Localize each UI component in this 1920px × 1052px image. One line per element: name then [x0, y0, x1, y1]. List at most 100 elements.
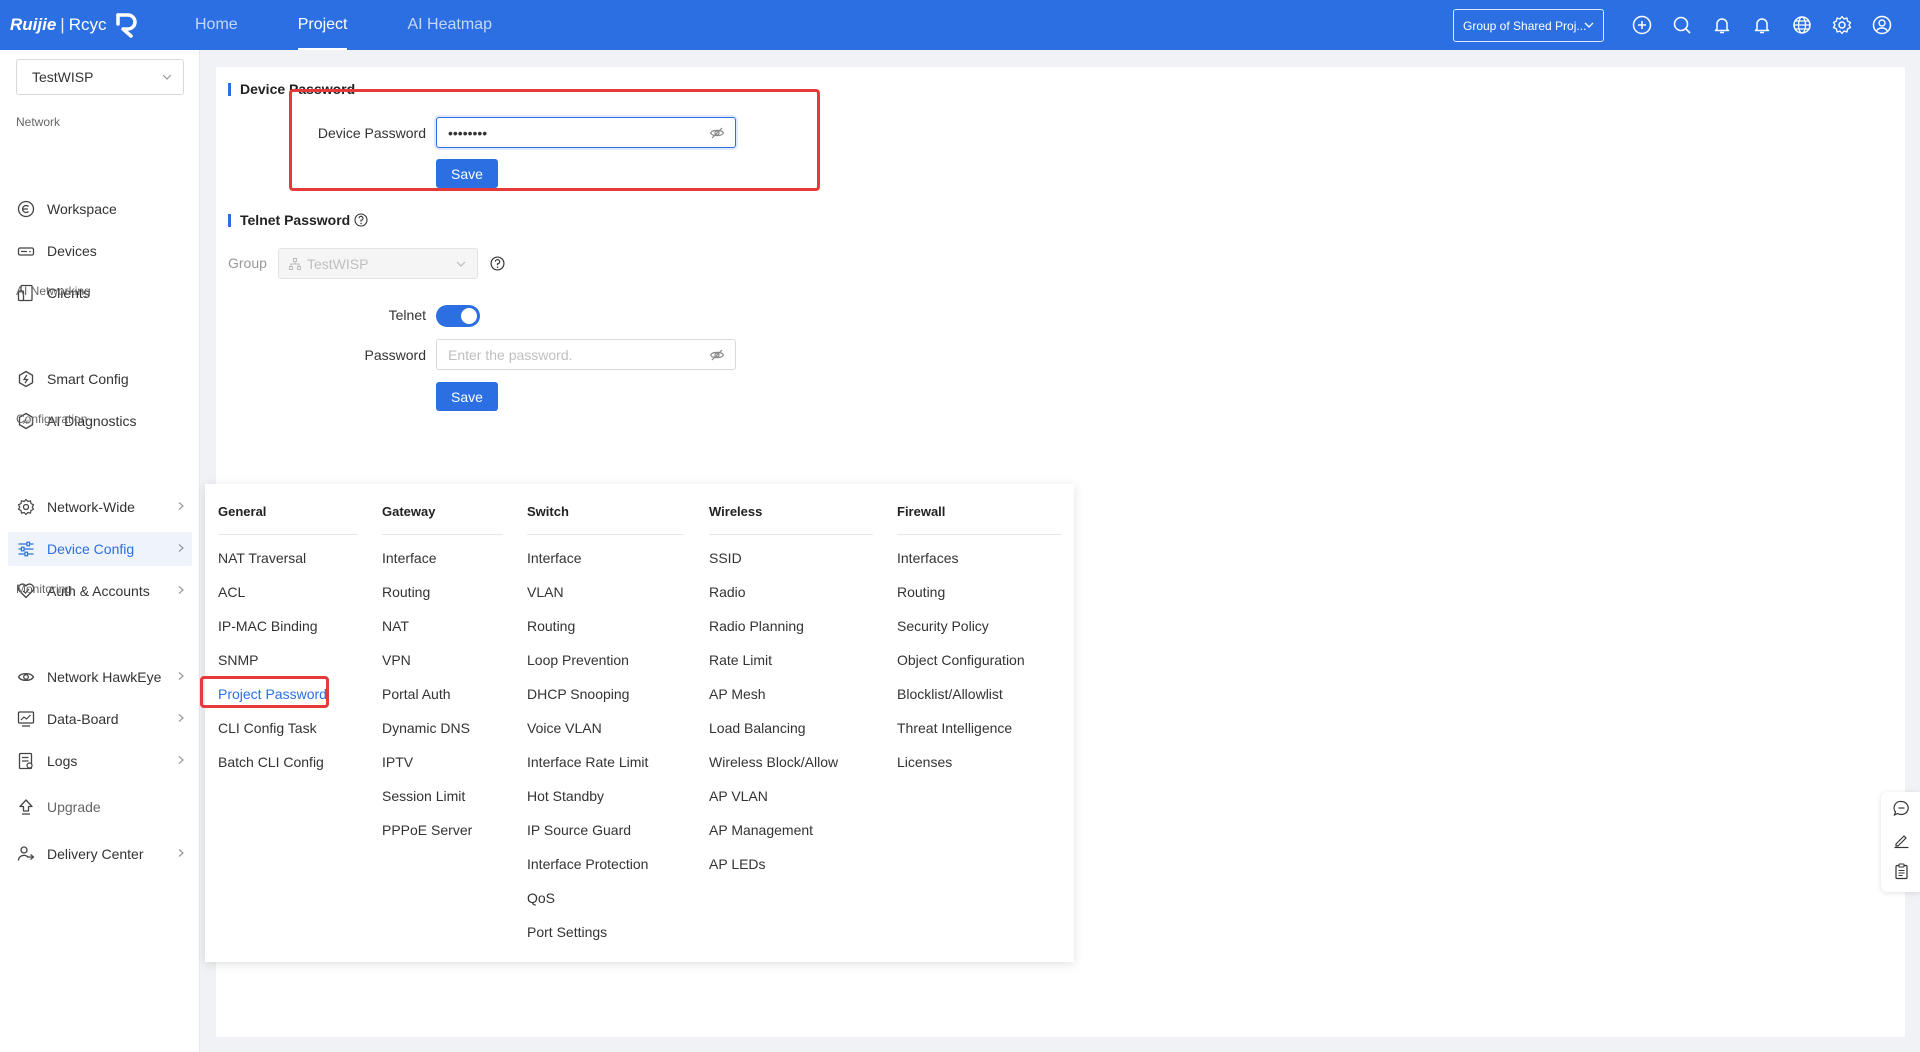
menu-item-iptv[interactable]: IPTV — [382, 754, 413, 770]
telnet-password-title-text: Telnet Password — [240, 212, 351, 228]
group-title-network: Network — [16, 115, 61, 129]
smart-config-icon — [16, 369, 36, 389]
sliders-icon — [16, 539, 36, 559]
menu-item-threat-intelligence[interactable]: Threat Intelligence — [897, 720, 1012, 736]
sidebar-item-network-hawkeye[interactable]: Network HawkEye — [8, 660, 192, 694]
telnet-password-title: Telnet Password — [228, 212, 368, 228]
menu-item-snmp[interactable]: SNMP — [218, 652, 258, 668]
menu-item-nat-traversal[interactable]: NAT Traversal — [218, 550, 306, 566]
menu-item-ssid[interactable]: SSID — [709, 550, 742, 566]
help-icon[interactable] — [490, 256, 505, 271]
sidebar-item-smart-config[interactable]: Smart Config — [8, 362, 192, 396]
telnet-label: Telnet — [388, 307, 426, 323]
menu-item-session-limit[interactable]: Session Limit — [382, 788, 465, 804]
menu-item-wireless-block-allow[interactable]: Wireless Block/Allow — [709, 754, 838, 770]
menu-item-nat[interactable]: NAT — [382, 618, 409, 634]
menu-item-acl[interactable]: ACL — [218, 584, 245, 600]
chevron-right-icon — [178, 849, 184, 857]
menu-item-port-settings[interactable]: Port Settings — [527, 924, 607, 940]
gear-icon[interactable] — [1830, 13, 1854, 37]
menu-item-licenses[interactable]: Licenses — [897, 754, 952, 770]
menu-divider — [218, 534, 357, 535]
menu-item-gateway-interface[interactable]: Interface — [382, 550, 436, 566]
menu-item-switch-routing[interactable]: Routing — [527, 618, 575, 634]
menu-item-radio[interactable]: Radio — [709, 584, 746, 600]
telnet-password-input[interactable]: Enter the password. — [436, 339, 736, 370]
menu-item-batch-cli-config[interactable]: Batch CLI Config — [218, 754, 324, 770]
project-group-select[interactable]: Group of Shared Proj... — [1453, 9, 1604, 42]
sidebar-item-devices[interactable]: Devices — [8, 234, 192, 268]
menu-heading-firewall: Firewall — [897, 504, 946, 519]
sidebar-item-workspace[interactable]: Workspace — [8, 192, 192, 226]
chat-icon[interactable] — [1892, 799, 1910, 817]
alarm-bell-icon[interactable] — [1710, 13, 1734, 37]
menu-item-security-policy[interactable]: Security Policy — [897, 618, 989, 634]
tab-ai-heatmap[interactable]: AI Heatmap — [407, 0, 491, 50]
menu-item-rate-limit[interactable]: Rate Limit — [709, 652, 772, 668]
menu-divider — [527, 534, 684, 535]
menu-item-object-configuration[interactable]: Object Configuration — [897, 652, 1025, 668]
menu-item-loop-prevention[interactable]: Loop Prevention — [527, 652, 629, 668]
sidebar-item-label: Network HawkEye — [47, 669, 162, 685]
menu-item-pppoe-server[interactable]: PPPoE Server — [382, 822, 472, 838]
menu-item-interface-rate-limit[interactable]: Interface Rate Limit — [527, 754, 648, 770]
tab-home[interactable]: Home — [195, 0, 238, 50]
menu-item-blocklist-allowlist[interactable]: Blocklist/Allowlist — [897, 686, 1003, 702]
menu-item-ap-management[interactable]: AP Management — [709, 822, 813, 838]
notification-bell-icon[interactable] — [1750, 13, 1774, 37]
menu-item-fw-interfaces[interactable]: Interfaces — [897, 550, 958, 566]
menu-item-vlan[interactable]: VLAN — [527, 584, 564, 600]
menu-item-interface-protection[interactable]: Interface Protection — [527, 856, 648, 872]
sidebar-item-logs[interactable]: Logs — [8, 744, 192, 778]
telnet-save-button[interactable]: Save — [436, 382, 498, 411]
brand-logo[interactable]: Ruijie | Rcyc — [10, 12, 139, 38]
menu-item-radio-planning[interactable]: Radio Planning — [709, 618, 804, 634]
menu-item-gateway-routing[interactable]: Routing — [382, 584, 430, 600]
help-icon[interactable] — [354, 213, 368, 227]
gear-icon — [16, 497, 36, 517]
menu-item-switch-interface[interactable]: Interface — [527, 550, 581, 566]
globe-icon[interactable] — [1790, 13, 1814, 37]
chevron-right-icon — [178, 544, 184, 552]
sidebar-item-network-wide[interactable]: Network-Wide — [8, 490, 192, 524]
sidebar-item-device-config[interactable]: Device Config — [8, 532, 192, 566]
menu-item-qos[interactable]: QoS — [527, 890, 555, 906]
menu-item-vpn[interactable]: VPN — [382, 652, 411, 668]
menu-item-dynamic-dns[interactable]: Dynamic DNS — [382, 720, 470, 736]
clipboard-icon[interactable] — [1892, 862, 1910, 880]
chevron-right-icon — [178, 714, 184, 722]
menu-item-voice-vlan[interactable]: Voice VLAN — [527, 720, 602, 736]
delivery-icon — [16, 844, 36, 864]
sidebar-item-upgrade[interactable]: Upgrade — [8, 790, 192, 824]
search-icon[interactable] — [1670, 13, 1694, 37]
add-icon[interactable] — [1630, 13, 1654, 37]
menu-item-ap-vlan[interactable]: AP VLAN — [709, 788, 768, 804]
sidebar-item-data-board[interactable]: Data-Board — [8, 702, 192, 736]
eye-off-icon[interactable] — [709, 347, 725, 363]
device-password-highlight — [289, 89, 820, 191]
user-avatar-icon[interactable] — [1870, 13, 1894, 37]
workspace-icon — [16, 199, 36, 219]
menu-item-load-balancing[interactable]: Load Balancing — [709, 720, 806, 736]
telnet-toggle[interactable] — [436, 305, 480, 327]
tab-project[interactable]: Project — [297, 0, 347, 50]
feedback-pen-icon[interactable] — [1892, 831, 1910, 849]
menu-heading-switch: Switch — [527, 504, 569, 519]
tenant-select[interactable]: TestWISP — [16, 59, 184, 95]
menu-item-ap-mesh[interactable]: AP Mesh — [709, 686, 766, 702]
menu-item-cli-config-task[interactable]: CLI Config Task — [218, 720, 317, 736]
chevron-down-icon — [1584, 22, 1594, 28]
menu-item-ap-leds[interactable]: AP LEDs — [709, 856, 766, 872]
menu-item-dhcp-snooping[interactable]: DHCP Snooping — [527, 686, 629, 702]
menu-item-ip-source-guard[interactable]: IP Source Guard — [527, 822, 631, 838]
brand-separator: | — [60, 15, 65, 34]
menu-item-fw-routing[interactable]: Routing — [897, 584, 945, 600]
menu-item-hot-standby[interactable]: Hot Standby — [527, 788, 604, 804]
sidebar-item-delivery-center[interactable]: Delivery Center — [8, 837, 192, 871]
menu-item-portal-auth[interactable]: Portal Auth — [382, 686, 451, 702]
group-select: TestWISP — [278, 248, 478, 279]
menu-heading-general: General — [218, 504, 267, 519]
project-group-label: Group of Shared Proj... — [1463, 18, 1587, 33]
brand-mark-icon — [115, 13, 137, 38]
menu-item-ip-mac-binding[interactable]: IP-MAC Binding — [218, 618, 318, 634]
